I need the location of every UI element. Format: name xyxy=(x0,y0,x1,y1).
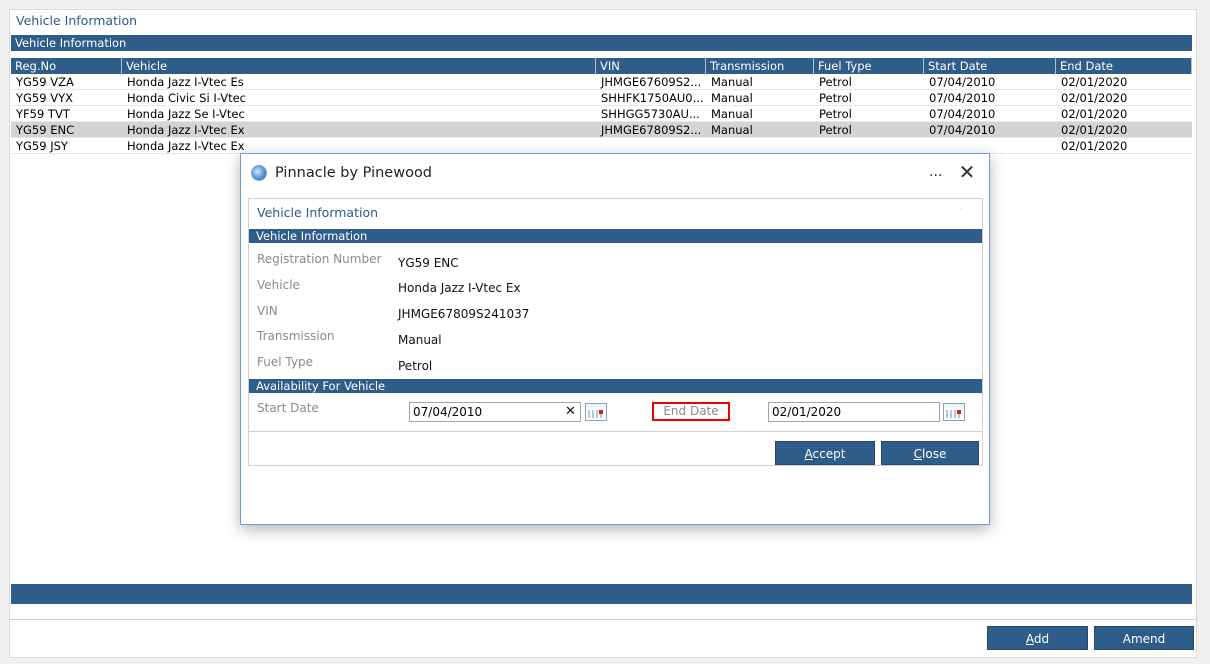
col-header-transmission[interactable]: Transmission xyxy=(706,58,814,74)
cell-start-date: 07/04/2010 xyxy=(929,123,996,137)
pinnacle-app-icon xyxy=(251,165,267,181)
cell-reg: YF59 TVT xyxy=(16,107,70,121)
close-rest: lose xyxy=(922,447,947,461)
clear-x-icon[interactable]: ✕ xyxy=(565,404,576,419)
divider xyxy=(10,619,1198,620)
cell-vehicle: Honda Jazz I-Vtec Es xyxy=(127,75,244,89)
amend-button[interactable]: Amend xyxy=(1094,626,1194,650)
label-transmission: Transmission xyxy=(257,329,335,343)
label-end-date: End Date xyxy=(652,402,730,421)
label-vin: VIN xyxy=(257,304,278,318)
grid-footer-bar xyxy=(11,584,1192,604)
vehicle-dialog: Pinnacle by Pinewood ... ✕ Vehicle Infor… xyxy=(240,153,990,525)
cell-fuel: Petrol xyxy=(819,123,852,137)
close-button[interactable]: Close xyxy=(881,441,979,465)
cell-vin: JHMGE67609S2... xyxy=(601,75,702,89)
cell-vehicle: Honda Jazz I-Vtec Ex xyxy=(127,139,245,153)
accept-button[interactable]: Accept xyxy=(775,441,875,465)
cell-vehicle: Honda Civic Si I-Vtec xyxy=(127,91,246,105)
cell-vin xyxy=(596,138,706,153)
value-vin: JHMGE67809S241037 xyxy=(398,307,530,321)
label-vehicle: Vehicle xyxy=(257,278,300,292)
table-row-selected[interactable]: YG59 ENC Honda Jazz I-Vtec Ex JHMGE67809… xyxy=(11,122,1192,138)
panel-title: Vehicle Information xyxy=(257,205,379,220)
cell-start-date xyxy=(924,138,1056,153)
cell-transmission: Manual xyxy=(711,123,753,137)
add-mnemonic: A xyxy=(1025,632,1034,646)
cell-end-date: 02/01/2020 xyxy=(1061,107,1128,121)
end-date-input[interactable]: 02/01/2020 xyxy=(768,402,940,422)
cell-start-date: 07/04/2010 xyxy=(929,107,996,121)
close-icon[interactable]: ✕ xyxy=(957,160,977,184)
vehicle-grid: Reg.No Vehicle VIN Transmission Fuel Typ… xyxy=(11,58,1192,154)
section-vehicle-information: Vehicle Information xyxy=(249,229,982,243)
accept-mnemonic: A xyxy=(804,447,813,461)
cell-vin: JHMGE67809S2... xyxy=(601,123,702,137)
cell-transmission: Manual xyxy=(711,75,753,89)
value-fuel-type: Petrol xyxy=(398,359,433,373)
add-button-rest: dd xyxy=(1033,632,1050,646)
col-header-start-date[interactable]: Start Date xyxy=(924,58,1056,74)
table-row[interactable]: YG59 VZA Honda Jazz I-Vtec Es JHMGE67609… xyxy=(11,74,1192,90)
cell-transmission: Manual xyxy=(711,91,753,105)
col-header-fuel-type[interactable]: Fuel Type xyxy=(814,58,924,74)
col-header-end-date[interactable]: End Date xyxy=(1056,58,1192,74)
cell-reg: YG59 JSY xyxy=(16,139,68,153)
cell-reg: YG59 ENC xyxy=(16,123,75,137)
cell-reg: YG59 VZA xyxy=(16,75,74,89)
dialog-divider xyxy=(249,431,982,432)
accept-rest: ccept xyxy=(812,447,846,461)
label-registration-number: Registration Number xyxy=(257,252,382,266)
cell-reg: YG59 VYX xyxy=(16,91,73,105)
section-availability: Availability For Vehicle xyxy=(249,379,982,393)
cell-fuel: Petrol xyxy=(819,107,852,121)
table-row[interactable]: YG59 VYX Honda Civic Si I-Vtec SHHFK1750… xyxy=(11,90,1192,106)
cell-transmission xyxy=(706,138,814,153)
col-header-vehicle[interactable]: Vehicle xyxy=(122,58,596,74)
label-start-date: Start Date xyxy=(257,401,319,415)
cell-vehicle: Honda Jazz I-Vtec Ex xyxy=(127,123,245,137)
value-vehicle: Honda Jazz I-Vtec Ex xyxy=(398,281,521,295)
cell-end-date: 02/01/2020 xyxy=(1061,123,1128,137)
cell-end-date: 02/01/2020 xyxy=(1061,139,1128,153)
table-row[interactable]: YG59 JSY Honda Jazz I-Vtec Ex 02/01/2020 xyxy=(11,138,1192,154)
add-button[interactable]: Add xyxy=(987,626,1088,650)
value-registration-number: YG59 ENC xyxy=(398,256,459,270)
value-transmission: Manual xyxy=(398,333,442,347)
dialog-titlebar[interactable]: Pinnacle by Pinewood ... ✕ xyxy=(241,154,989,194)
dialog-window-title: Pinnacle by Pinewood xyxy=(275,165,433,181)
calendar-icon[interactable] xyxy=(585,403,607,421)
dialog-panel: Vehicle Information · Vehicle Informatio… xyxy=(248,198,983,466)
cell-vin: SHHGG5730AU... xyxy=(601,107,700,121)
cell-start-date: 07/04/2010 xyxy=(929,91,996,105)
table-row[interactable]: YF59 TVT Honda Jazz Se I-Vtec SHHGG5730A… xyxy=(11,106,1192,122)
cell-fuel: Petrol xyxy=(819,75,852,89)
calendar-icon[interactable] xyxy=(943,403,965,421)
col-header-vin[interactable]: VIN xyxy=(596,58,706,74)
cell-transmission: Manual xyxy=(711,107,753,121)
more-options-icon[interactable]: ... xyxy=(929,164,942,180)
label-fuel-type: Fuel Type xyxy=(257,355,313,369)
cell-end-date: 02/01/2020 xyxy=(1061,75,1128,89)
cell-start-date: 07/04/2010 xyxy=(929,75,996,89)
cell-fuel xyxy=(814,138,924,153)
grid-header: Reg.No Vehicle VIN Transmission Fuel Typ… xyxy=(11,58,1192,74)
page-title: Vehicle Information xyxy=(16,13,138,28)
panel-dot: · xyxy=(960,205,963,214)
start-date-input[interactable]: 07/04/2010 xyxy=(409,402,581,422)
col-header-reg[interactable]: Reg.No xyxy=(11,58,122,74)
close-mnemonic: C xyxy=(913,447,923,461)
cell-vehicle: Honda Jazz Se I-Vtec xyxy=(127,107,245,121)
section-bar: Vehicle Information xyxy=(11,35,1192,51)
cell-fuel: Petrol xyxy=(819,91,852,105)
cell-vin: SHHFK1750AU0... xyxy=(601,91,704,105)
cell-end-date: 02/01/2020 xyxy=(1061,91,1128,105)
